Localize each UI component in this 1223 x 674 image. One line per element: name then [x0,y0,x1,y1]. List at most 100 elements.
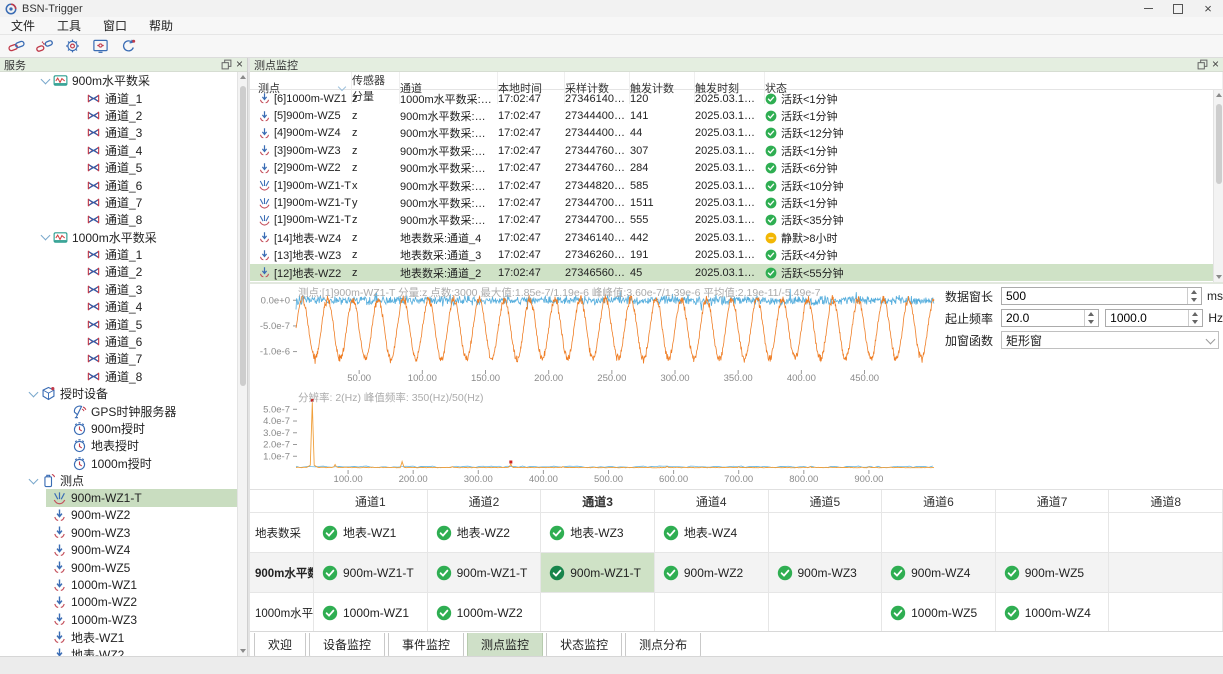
tree-item-1000m授时[interactable]: 1000m授时 [0,455,237,472]
tree-item-900m授时[interactable]: 900m授时 [0,420,237,437]
table-row[interactable]: [1]900m-WZ1-Ty900m水平数采:通道_217:02:4727344… [250,194,1223,211]
close-button[interactable]: × [1193,0,1223,17]
tree-item-通道_6[interactable]: 通道_6 [0,333,237,350]
freq-to-spinner[interactable] [1188,310,1202,326]
menu-item-1[interactable]: 文件 [0,17,46,34]
grid-cell-empty[interactable] [541,593,655,632]
tree-item-1000m-WZ2[interactable]: 1000m-WZ2 [0,594,237,611]
tree-item-900m-WZ2[interactable]: 900m-WZ2 [0,507,237,524]
grid-cell-地表-WZ2[interactable]: 地表-WZ2 [428,513,542,552]
tree-item-通道_5[interactable]: 通道_5 [0,159,237,176]
freq-from-spinner[interactable] [1084,310,1098,326]
tab-测点分布[interactable]: 测点分布 [625,633,701,658]
grid-cell-empty[interactable] [655,593,769,632]
grid-cell-900m-WZ2[interactable]: 900m-WZ2 [655,553,769,592]
grid-cell-empty[interactable] [769,593,883,632]
grid-cell-900m-WZ1-T[interactable]: 900m-WZ1-T [314,553,428,592]
window-length-spinner[interactable] [1187,288,1201,304]
table-row[interactable]: [2]900m-WZ2z900m水平数采:通道_417:02:472734476… [250,160,1223,177]
grid-cell-empty[interactable] [1109,553,1223,592]
table-row[interactable]: [3]900m-WZ3z900m水平数采:通道_517:02:472734476… [250,142,1223,159]
tree-item-900m水平数采[interactable]: 900m水平数采 [0,72,237,89]
tree-item-GPS时钟服务器[interactable]: GPS时钟服务器 [0,402,237,419]
grid-cell-1000m-WZ2[interactable]: 1000m-WZ2 [428,593,542,632]
tree-item-授时设备[interactable]: 授时设备 [0,385,237,402]
tree-item-通道_4[interactable]: 通道_4 [0,298,237,315]
tab-设备监控[interactable]: 设备监控 [309,633,385,658]
chevron-down-icon[interactable] [29,474,39,484]
table-scrollbar[interactable] [1213,90,1223,282]
table-row[interactable]: [13]地表-WZ3z地表数采:通道_317:02:47273462600019… [250,247,1223,264]
tab-状态监控[interactable]: 状态监控 [546,633,622,658]
grid-cell-900m-WZ1-T[interactable]: 900m-WZ1-T [428,553,542,592]
menu-item-4[interactable]: 帮助 [138,17,184,34]
close-panel-icon[interactable]: × [1212,59,1219,70]
tree-scrollbar[interactable] [237,72,247,656]
tree-item-通道_4[interactable]: 通道_4 [0,142,237,159]
grid-cell-empty[interactable] [996,513,1110,552]
tree-item-通道_2[interactable]: 通道_2 [0,107,237,124]
chevron-down-icon[interactable] [41,231,51,241]
disconnect-icon[interactable] [36,38,53,54]
menu-item-2[interactable]: 工具 [46,17,92,34]
tree-item-通道_7[interactable]: 通道_7 [0,350,237,367]
tree-item-通道_2[interactable]: 通道_2 [0,263,237,280]
tree-scrollbar-thumb[interactable] [240,86,246,386]
grid-cell-地表-WZ3[interactable]: 地表-WZ3 [541,513,655,552]
table-row[interactable]: [6]1000m-WZ1z1000m水平数采:通道_117:02:4727346… [250,90,1223,107]
tree-item-通道_1[interactable]: 通道_1 [0,246,237,263]
close-panel-icon[interactable]: × [236,59,243,70]
grid-cell-900m-WZ5[interactable]: 900m-WZ5 [996,553,1110,592]
grid-cell-地表-WZ1[interactable]: 地表-WZ1 [314,513,428,552]
table-row[interactable]: [14]地表-WZ4z地表数采:通道_417:02:47273461400044… [250,229,1223,246]
tree-item-通道_6[interactable]: 通道_6 [0,176,237,193]
tree-item-通道_3[interactable]: 通道_3 [0,281,237,298]
settings-gear-icon[interactable] [64,38,81,54]
float-panel-icon[interactable] [1197,59,1208,70]
grid-cell-empty[interactable] [769,513,883,552]
tree-item-通道_3[interactable]: 通道_3 [0,124,237,141]
tree-item-通道_7[interactable]: 通道_7 [0,194,237,211]
grid-cell-900m-WZ1-T[interactable]: 900m-WZ1-T [541,553,655,592]
refresh-icon[interactable] [120,38,137,54]
chevron-down-icon[interactable] [29,387,39,397]
tree-item-地表授时[interactable]: 地表授时 [0,437,237,454]
sort-indicator-icon[interactable] [338,83,346,91]
table-row[interactable]: [1]900m-WZ1-Tx900m水平数采:通道_117:02:4727344… [250,177,1223,194]
grid-cell-900m-WZ3[interactable]: 900m-WZ3 [769,553,883,592]
grid-cell-empty[interactable] [1109,593,1223,632]
tab-事件监控[interactable]: 事件监控 [388,633,464,658]
tree-item-900m-WZ3[interactable]: 900m-WZ3 [0,524,237,541]
table-row[interactable]: [5]900m-WZ5z900m水平数采:通道_717:02:472734440… [250,107,1223,124]
tree-item-900m-WZ4[interactable]: 900m-WZ4 [0,542,237,559]
window-function-select[interactable]: 矩形窗 [1001,331,1219,349]
chevron-down-icon[interactable] [41,74,51,84]
tree-item-900m-WZ5[interactable]: 900m-WZ5 [0,559,237,576]
tree-item-通道_8[interactable]: 通道_8 [0,368,237,385]
grid-cell-empty[interactable] [1109,513,1223,552]
grid-cell-1000m-WZ4[interactable]: 1000m-WZ4 [996,593,1110,632]
grid-cell-900m-WZ4[interactable]: 900m-WZ4 [882,553,996,592]
table-row[interactable]: [1]900m-WZ1-Tz900m水平数采:通道_317:02:4727344… [250,212,1223,229]
tree-item-地表-WZ1[interactable]: 地表-WZ1 [0,629,237,646]
tree-item-通道_5[interactable]: 通道_5 [0,315,237,332]
table-row[interactable]: [4]900m-WZ4z900m水平数采:通道_617:02:472734440… [250,125,1223,142]
grid-cell-1000m-WZ5[interactable]: 1000m-WZ5 [882,593,996,632]
connect-icon[interactable] [8,38,25,54]
tree-item-900m-WZ1-T[interactable]: 900m-WZ1-T [0,489,237,506]
grid-cell-empty[interactable] [882,513,996,552]
tree-item-通道_1[interactable]: 通道_1 [0,89,237,106]
grid-cell-地表-WZ4[interactable]: 地表-WZ4 [655,513,769,552]
tree-item-1000m-WZ1[interactable]: 1000m-WZ1 [0,576,237,593]
tab-欢迎[interactable]: 欢迎 [254,633,306,658]
float-panel-icon[interactable] [221,59,232,70]
maximize-button[interactable] [1163,0,1193,17]
table-row[interactable]: [12]地表-WZ2z地表数采:通道_217:02:47273465600045… [250,264,1223,281]
tree-item-1000m-WZ3[interactable]: 1000m-WZ3 [0,611,237,628]
tree-item-地表-WZ2[interactable]: 地表-WZ2 [0,646,237,656]
monitor-window-icon[interactable] [92,38,109,54]
window-length-input[interactable] [1002,288,1201,304]
tree-item-1000m水平数采[interactable]: 1000m水平数采 [0,229,237,246]
menu-item-3[interactable]: 窗口 [92,17,138,34]
minimize-button[interactable] [1133,0,1163,17]
